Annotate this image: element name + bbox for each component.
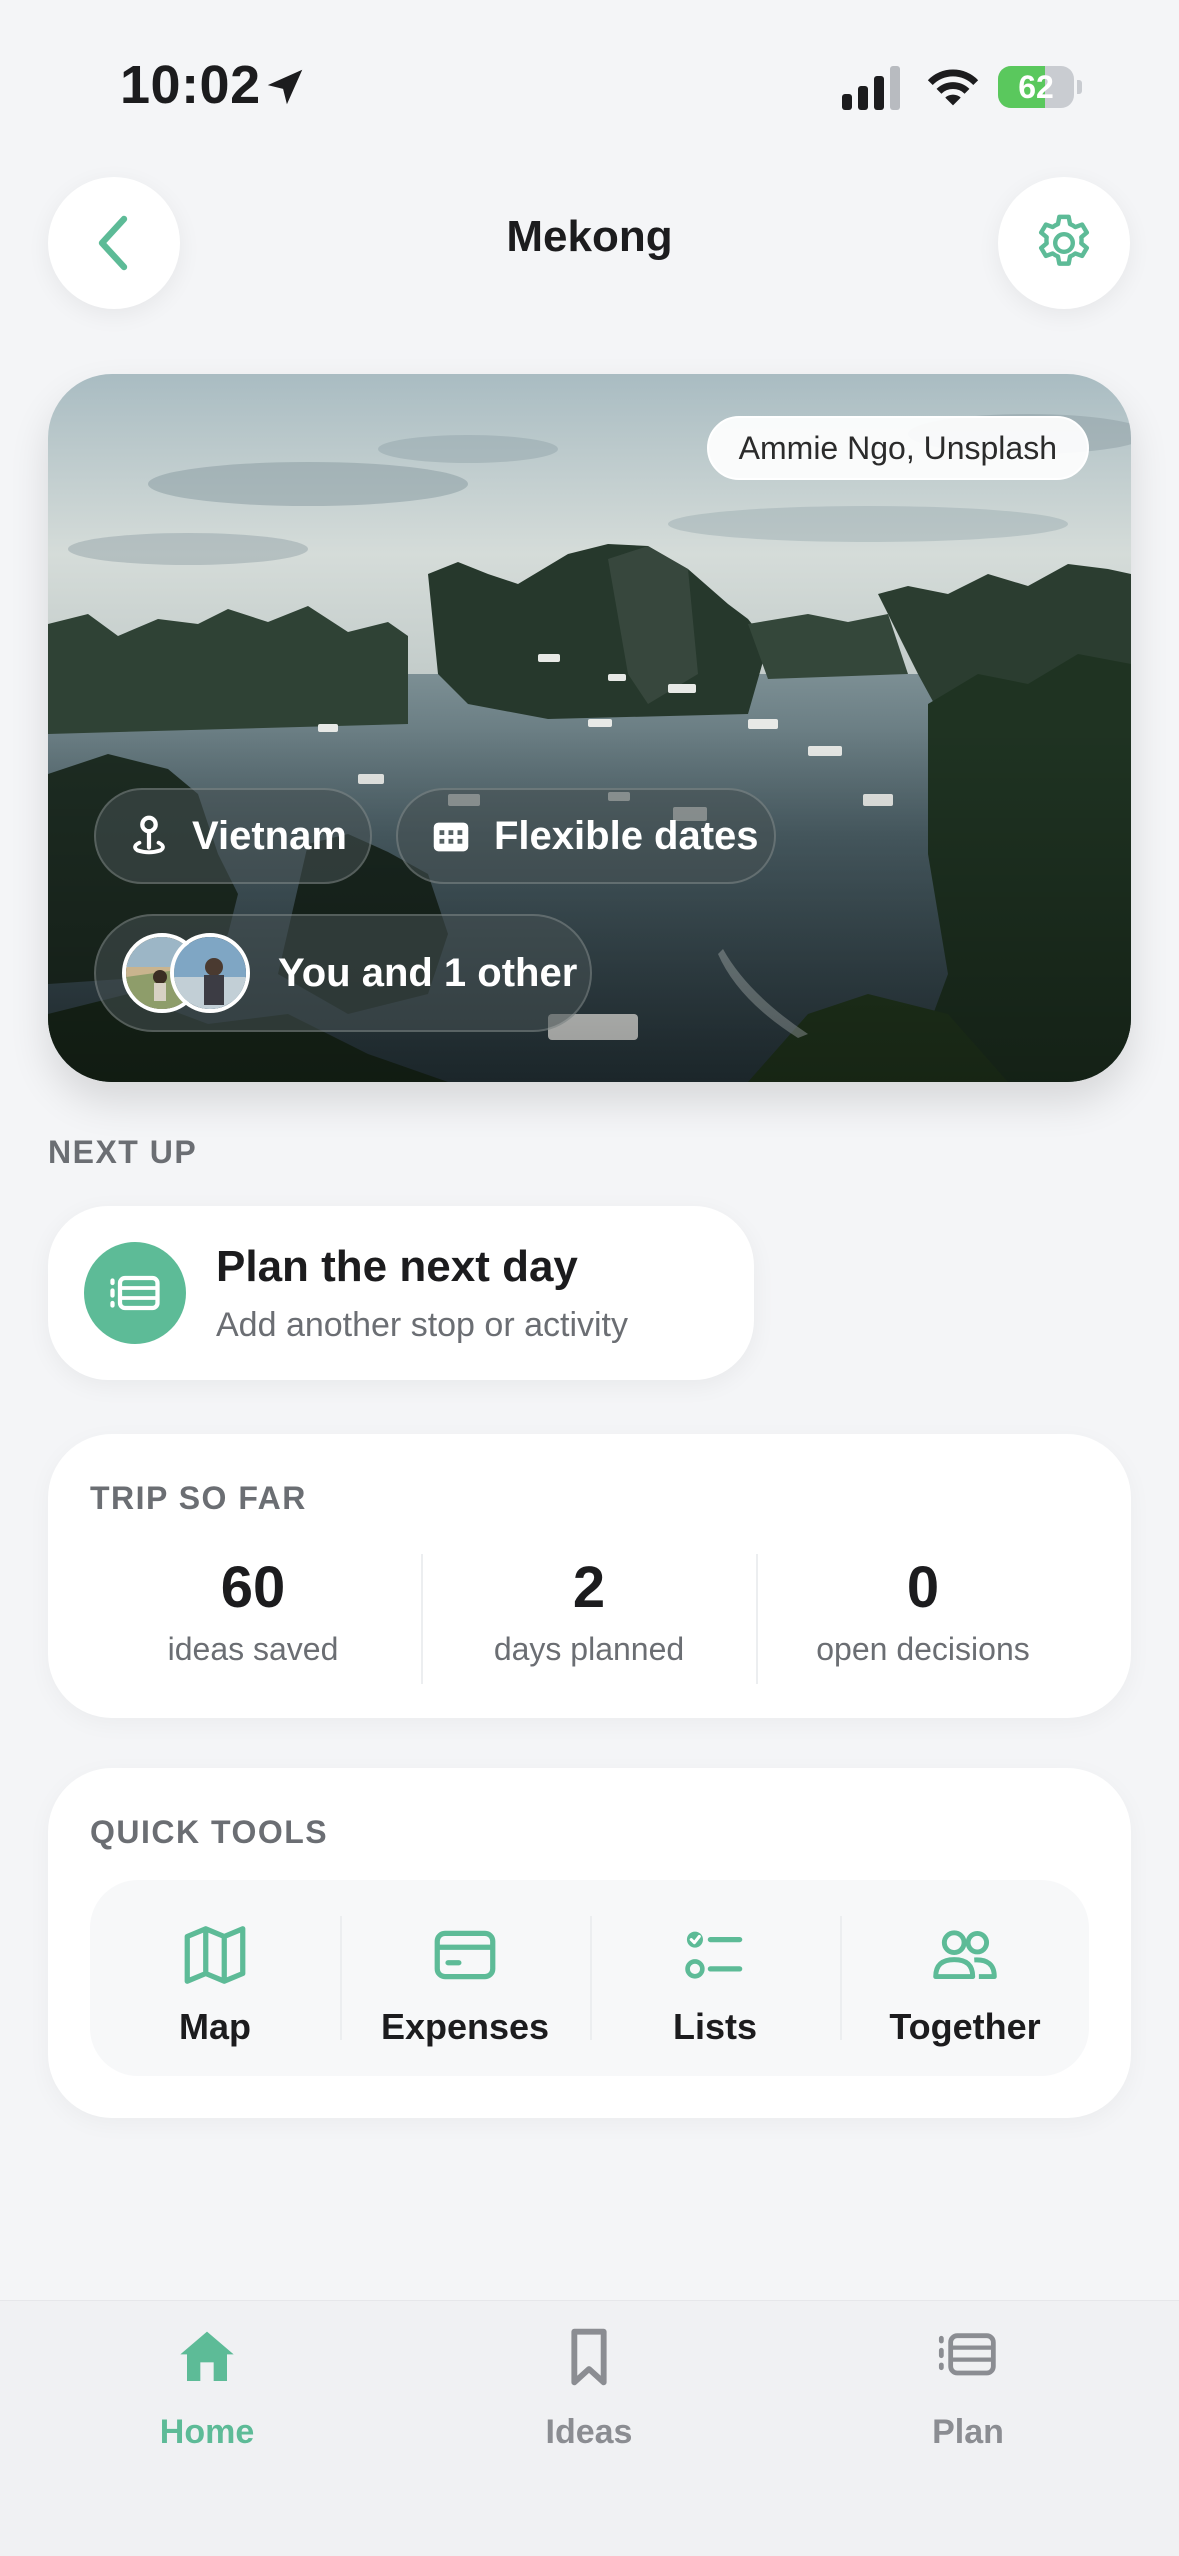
status-bar: 10:02 62 [0, 0, 1179, 160]
map-tool-button[interactable]: Map [90, 1880, 340, 2076]
tab-ideas-label: Ideas [545, 2413, 633, 2451]
lists-tool-button[interactable]: Lists [590, 1880, 840, 2076]
stat-ideas-saved: 60 ideas saved [88, 1554, 418, 1668]
map-tool-label: Map [179, 2006, 251, 2047]
battery-percent: 62 [1018, 69, 1054, 105]
tab-plan-label: Plan [932, 2413, 1004, 2451]
checklist-icon [685, 1931, 743, 1979]
bookmark-icon [571, 2328, 607, 2386]
expenses-tool-button[interactable]: Expenses [340, 1880, 590, 2076]
stat-value: 2 [572, 1555, 606, 1620]
quick-tools-card: QUICK TOOLS Map Expenses Lists Together [48, 1768, 1131, 2118]
map-icon [184, 1926, 246, 1984]
tab-home-label: Home [159, 2413, 255, 2451]
location-chip[interactable]: Vietnam [94, 788, 372, 884]
gear-icon [1038, 214, 1090, 266]
tab-home[interactable]: Home [77, 2325, 337, 2475]
tab-bar: Home Ideas Plan [0, 2300, 1179, 2556]
stat-value: 0 [906, 1555, 940, 1620]
map-pin-icon [133, 815, 165, 855]
cellular-signal-icon [842, 66, 900, 110]
trip-cover-photo[interactable]: Ammie Ngo, Unsplash Vietnam Flexible dat… [48, 374, 1131, 1082]
stat-divider [421, 1554, 423, 1684]
next-up-title: Plan the next day [216, 1242, 578, 1291]
travelers-chip-label: You and 1 other [278, 950, 578, 995]
tab-plan[interactable]: Plan [838, 2325, 1098, 2475]
lists-tool-label: Lists [672, 2006, 758, 2047]
photo-credit-badge[interactable]: Ammie Ngo, Unsplash [706, 416, 1089, 480]
next-up-label: NEXT UP [48, 1134, 198, 1170]
next-up-subtitle: Add another stop or activity [216, 1306, 629, 1344]
people-icon [933, 1930, 997, 1980]
travelers-chip[interactable]: You and 1 other [94, 914, 592, 1032]
credit-card-icon [434, 1930, 496, 1980]
avatar [170, 933, 250, 1013]
tab-ideas[interactable]: Ideas [459, 2325, 719, 2475]
plan-next-day-card[interactable]: Plan the next day Add another stop or ac… [48, 1206, 754, 1380]
together-tool-label: Together [889, 2006, 1041, 2047]
traveler-avatars [122, 933, 252, 1013]
battery-charging-icon: 62 [998, 66, 1082, 108]
stat-open-decisions: 0 open decisions [758, 1554, 1088, 1668]
location-chip-label: Vietnam [192, 813, 347, 858]
calendar-icon [433, 822, 469, 852]
stat-value: 60 [220, 1555, 286, 1620]
stat-caption: ideas saved [167, 1631, 339, 1667]
trip-so-far-card: TRIP SO FAR 60 ideas saved 2 days planne… [48, 1434, 1131, 1718]
quick-tools-row: Map Expenses Lists Together [90, 1880, 1089, 2076]
trip-so-far-label: TRIP SO FAR [90, 1480, 307, 1516]
stat-days-planned: 2 days planned [424, 1554, 754, 1668]
quick-tools-label: QUICK TOOLS [90, 1814, 329, 1850]
status-time: 10:02 [120, 55, 261, 115]
together-tool-button[interactable]: Together [840, 1880, 1090, 2076]
dates-chip-label: Flexible dates [494, 813, 759, 858]
settings-button[interactable] [998, 177, 1130, 309]
plan-icon [938, 2333, 996, 2376]
expenses-tool-label: Expenses [380, 2006, 550, 2047]
stat-caption: open decisions [816, 1631, 1030, 1667]
trip-home-screen: 10:02 62 Mekong Ammie Ngo, Unsplash Viet… [0, 0, 1179, 2556]
wifi-icon [927, 69, 979, 106]
home-icon [180, 2331, 234, 2381]
dates-chip[interactable]: Flexible dates [396, 788, 776, 884]
itinerary-icon [84, 1242, 186, 1344]
stat-caption: days planned [493, 1631, 685, 1667]
location-arrow-icon [267, 69, 303, 105]
